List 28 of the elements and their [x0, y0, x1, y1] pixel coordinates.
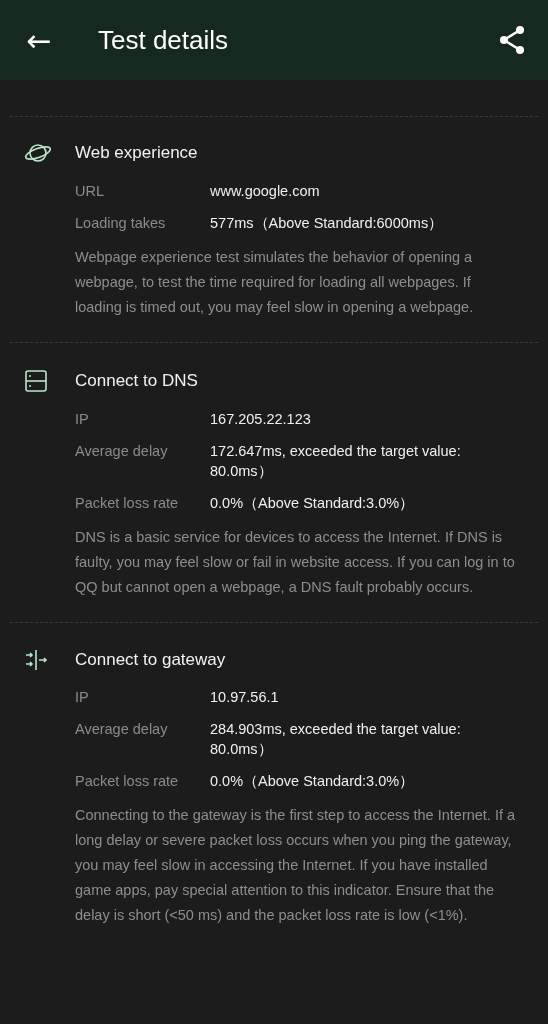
field-label: URL [75, 182, 105, 201]
back-button[interactable]: ← [22, 22, 56, 58]
description-text: Connecting to the gateway is the first step to access the Internet. If a long delay or severe packet loss occurs when you ping the gateway, you may feel slow in accessing the Internet. If you have installed game apps, pay special attention to this indicator. Ensure that the delay is short (<50 ms) and the packet loss rate is low (<1%). [75, 806, 517, 925]
server-icon [24, 369, 48, 393]
field-label: Average delay [75, 442, 169, 461]
page-title: Test details [98, 24, 230, 56]
section-title: Connect to DNS [75, 371, 198, 391]
description-text: DNS is a basic service for devices to access the Internet. If DNS is faulty, you may feel slow or fail in website access. If you can log in to QQ but cannot open a webpage, a DNS fault probably occurs. [75, 528, 516, 597]
field-label: Packet loss rate [75, 494, 180, 513]
field-label: IP [75, 688, 90, 707]
field-label: Loading takes [75, 214, 167, 233]
field-value: 0.0%（Above Standard:3.0%） [210, 494, 416, 513]
planet-icon [24, 141, 52, 165]
description-text: Webpage experience test simulates the behavior of opening a webpage, to test the time required for loading all webpages. If loading is timed out, you may feel slow in opening a webpage. [75, 248, 475, 317]
arrows-through-line-icon [24, 649, 48, 671]
field-value: 167.205.22.123 [210, 410, 312, 429]
field-value: 577ms（Above Standard:6000ms） [210, 214, 445, 233]
section-title: Web experience [75, 143, 198, 163]
field-label: Average delay [75, 720, 169, 739]
field-value: 10.97.56.1 [210, 688, 280, 707]
share-icon[interactable] [498, 25, 526, 55]
field-label: Packet loss rate [75, 772, 180, 791]
field-value: 284.903ms, exceeded the target value: 80.0ms） [210, 720, 462, 759]
field-value: 172.647ms, exceeded the target value: 80.0ms） [210, 442, 462, 481]
field-value: www.google.com [210, 182, 321, 201]
section-title: Connect to gateway [75, 650, 226, 670]
field-value: 0.0%（Above Standard:3.0%） [210, 772, 416, 791]
field-label: IP [75, 410, 90, 429]
